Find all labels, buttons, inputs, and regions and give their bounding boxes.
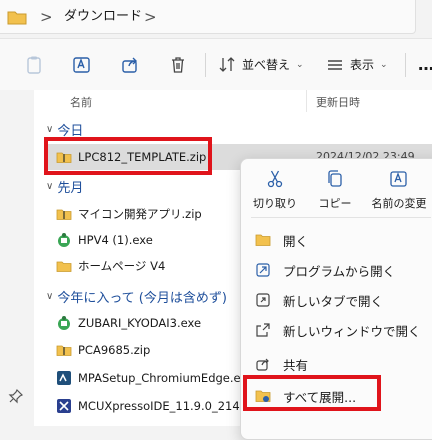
list-item[interactable]: MCUXpressoIDE_11.9.0_2144.exe xyxy=(56,394,271,418)
navigation-pane xyxy=(0,90,35,426)
rename-button[interactable] xyxy=(70,53,94,77)
command-bar: 並べ替え ⌄ 表示 ⌄ … xyxy=(0,38,432,92)
menu-item-label: 新しいウィンドウで開く xyxy=(283,323,421,339)
share-icon xyxy=(256,358,269,371)
extract-icon xyxy=(255,390,271,402)
file-name: ZUBARI_KYODAI3.exe xyxy=(78,316,202,330)
view-icon xyxy=(328,60,342,70)
list-item[interactable]: PCA9685.zip xyxy=(56,338,150,362)
breadcrumb-current-folder[interactable]: ダウンロード xyxy=(64,6,142,28)
list-item-selected[interactable]: LPC812_TEMPLATE.zip xyxy=(56,145,206,169)
list-item[interactable]: ホームページ V4 xyxy=(56,254,165,278)
view-button[interactable]: 表示 ⌄ xyxy=(326,53,388,77)
file-name: PCA9685.zip xyxy=(78,343,151,357)
file-name: ホームページ V4 xyxy=(78,259,166,273)
installer-icon xyxy=(58,316,70,330)
menu-item-open-with[interactable]: プログラムから開く xyxy=(255,257,395,283)
chevron-down-icon: ⌄ xyxy=(380,60,388,70)
list-item[interactable]: ZUBARI_KYODAI3.exe xyxy=(56,311,201,335)
delete-button[interactable] xyxy=(166,53,190,77)
share-icon xyxy=(122,57,137,73)
menu-item-label: すべて展開... xyxy=(283,389,357,405)
menu-item-label: 新しいタブで開く xyxy=(283,293,384,309)
new-tab-icon xyxy=(256,293,270,307)
folder-icon xyxy=(7,11,27,25)
menu-item-open[interactable]: 開く xyxy=(255,227,308,253)
zip-folder-icon xyxy=(56,345,72,356)
chevron-down-icon: ∨ xyxy=(46,291,54,302)
breadcrumb-separator: > xyxy=(40,8,53,26)
copy-icon xyxy=(328,170,342,187)
file-name: HPV4 (1).exe xyxy=(78,233,153,247)
open-with-icon xyxy=(256,263,270,277)
sort-label: 並べ替え xyxy=(242,58,291,72)
folder-icon xyxy=(56,261,72,272)
rename-button[interactable]: 名前の変更 xyxy=(365,169,432,211)
menu-divider xyxy=(251,217,431,218)
column-divider xyxy=(306,90,307,112)
menu-item-label: 開く xyxy=(283,233,309,249)
context-menu: 切り取り コピー 名前の変更 開く プログラムから開く 新しいタブで開く 新しい… xyxy=(240,158,432,440)
column-header-date[interactable]: 更新日時 xyxy=(316,94,360,110)
new-window-icon xyxy=(256,323,270,337)
list-item[interactable]: マイコン開発アプリ.zip xyxy=(56,202,202,226)
scissors-icon xyxy=(267,170,283,188)
installer-icon xyxy=(58,233,70,247)
group-header-this-year[interactable]: ∨ 今年に入って (今月は含めず) xyxy=(46,287,227,306)
rename-label: 名前の変更 xyxy=(371,197,427,210)
copy-label: コピー xyxy=(318,197,352,210)
group-label: 先月 xyxy=(57,181,84,196)
share-button[interactable] xyxy=(118,53,142,77)
more-options-button[interactable]: … xyxy=(418,53,432,77)
paste-button[interactable] xyxy=(22,53,46,77)
toolbar-divider xyxy=(405,53,406,77)
list-item[interactable]: HPV4 (1).exe xyxy=(56,228,153,252)
group-label: 今年に入って (今月は含めず) xyxy=(57,291,227,306)
copy-button[interactable]: コピー xyxy=(305,169,365,211)
view-label: 表示 xyxy=(350,58,375,72)
menu-item-share[interactable]: 共有 xyxy=(255,351,308,377)
group-label: 今日 xyxy=(57,124,84,139)
address-box[interactable] xyxy=(0,0,416,34)
trash-icon xyxy=(172,57,184,73)
edge-installer-icon xyxy=(57,371,71,385)
zip-folder-icon xyxy=(56,152,72,163)
menu-item-open-new-window[interactable]: 新しいウィンドウで開く xyxy=(255,317,421,343)
breadcrumb-chevron[interactable]: > xyxy=(144,6,157,28)
address-bar: > ダウンロード > xyxy=(0,0,432,38)
mcuxpresso-icon xyxy=(57,399,71,413)
sort-button[interactable]: 並べ替え ⌄ xyxy=(218,53,304,77)
chevron-down-icon: ∨ xyxy=(46,124,54,135)
column-header-name[interactable]: 名前 xyxy=(70,94,92,110)
paste-icon xyxy=(27,56,41,74)
cut-label: 切り取り xyxy=(253,197,297,210)
chevron-down-icon: ⌄ xyxy=(296,60,304,70)
file-name: LPC812_TEMPLATE.zip xyxy=(78,150,207,164)
list-item[interactable]: MPASetup_ChromiumEdge.exe xyxy=(56,366,254,390)
zip-folder-icon xyxy=(56,209,72,220)
chevron-down-icon: ∨ xyxy=(46,181,54,192)
folder-icon xyxy=(255,234,271,246)
menu-item-open-new-tab[interactable]: 新しいタブで開く xyxy=(255,287,383,313)
menu-item-label: 共有 xyxy=(283,357,309,373)
group-header-today[interactable]: ∨ 今日 xyxy=(46,120,83,139)
rename-icon xyxy=(390,171,407,187)
menu-item-extract-all[interactable]: すべて展開... xyxy=(255,383,356,409)
file-name: マイコン開発アプリ.zip xyxy=(78,207,202,221)
group-header-last-month[interactable]: ∨ 先月 xyxy=(46,177,83,196)
toolbar-divider xyxy=(205,53,206,77)
pin-icon[interactable] xyxy=(8,388,24,404)
cut-button[interactable]: 切り取り xyxy=(245,169,305,211)
rename-icon xyxy=(73,57,90,73)
file-name: MPASetup_ChromiumEdge.exe xyxy=(78,371,254,385)
menu-item-label: プログラムから開く xyxy=(283,263,396,279)
sort-icon xyxy=(219,57,235,72)
